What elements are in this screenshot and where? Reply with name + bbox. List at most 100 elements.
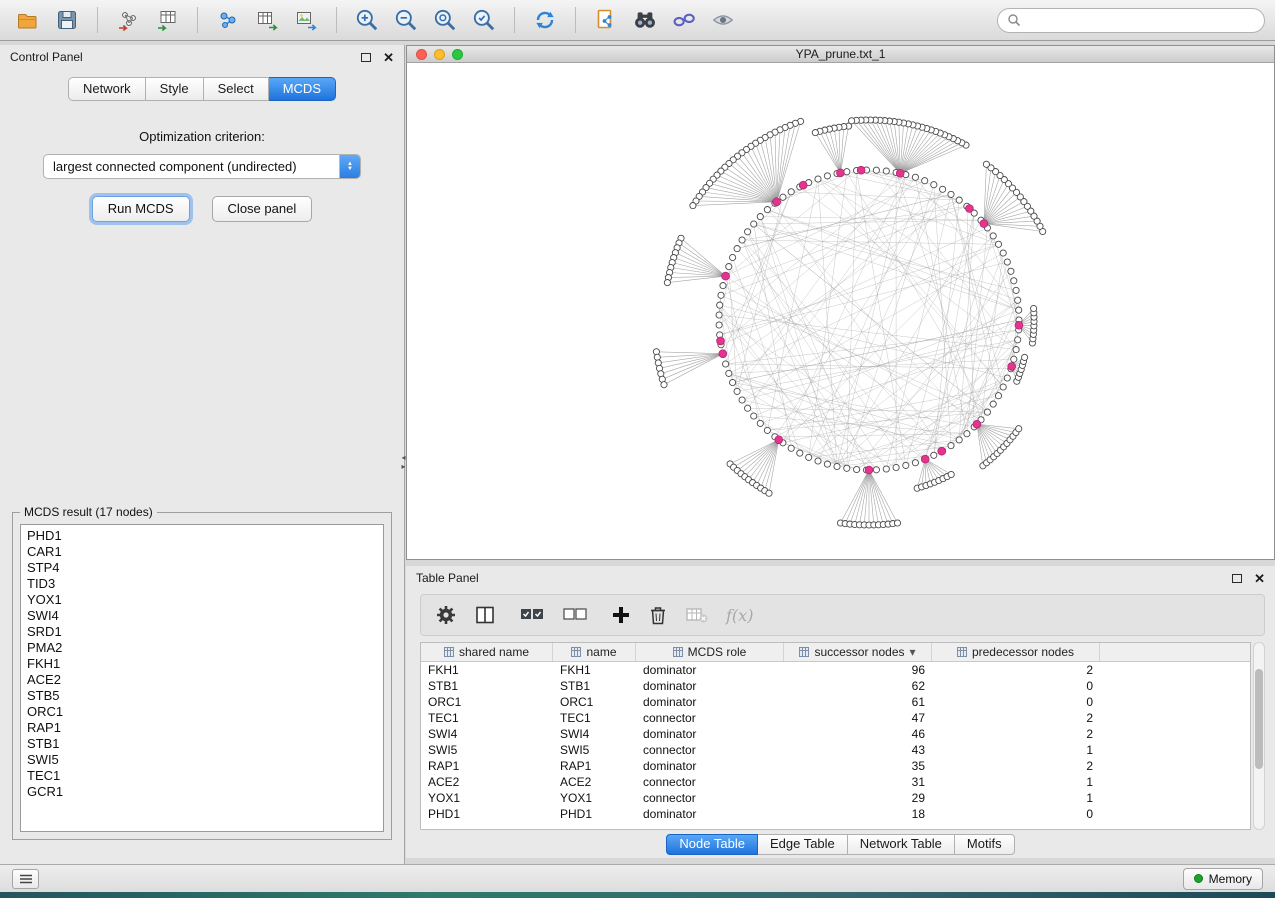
table-cell: 61: [784, 695, 932, 709]
tab-mcds[interactable]: MCDS: [269, 77, 336, 101]
sort-dropdown-icon[interactable]: ▾: [910, 645, 916, 659]
mcds-result-item[interactable]: ACE2: [27, 672, 377, 688]
gear-icon: [435, 604, 457, 626]
import-network-button[interactable]: [110, 4, 146, 36]
save-session-button[interactable]: [49, 4, 85, 36]
tab-node-table[interactable]: Node Table: [666, 834, 758, 855]
network-window-titlebar[interactable]: YPA_prune.txt_1: [407, 46, 1274, 63]
table-row[interactable]: TEC1TEC1connector472: [421, 710, 1250, 726]
table-cell: 29: [784, 791, 932, 805]
import-table-button[interactable]: [149, 4, 185, 36]
toolbar-separator: [336, 7, 337, 33]
mcds-result-item[interactable]: GCR1: [27, 784, 377, 800]
mcds-result-item[interactable]: RAP1: [27, 720, 377, 736]
close-panel-button[interactable]: Close panel: [212, 196, 313, 222]
splitter-collapse-icon[interactable]: ◂: [401, 453, 405, 462]
mcds-result-item[interactable]: TEC1: [27, 768, 377, 784]
float-window-icon[interactable]: [1232, 574, 1242, 583]
tab-motifs[interactable]: Motifs: [955, 834, 1015, 855]
plus-icon: [611, 605, 631, 625]
search-input[interactable]: [1027, 13, 1255, 27]
toolbar-separator: [97, 7, 98, 33]
mcds-result-item[interactable]: YOX1: [27, 592, 377, 608]
mcds-result-item[interactable]: SWI5: [27, 752, 377, 768]
table-row[interactable]: ORC1ORC1dominator610: [421, 694, 1250, 710]
tab-edge-table[interactable]: Edge Table: [758, 834, 848, 855]
table-row[interactable]: RAP1RAP1dominator352: [421, 758, 1250, 774]
mcds-result-item[interactable]: FKH1: [27, 656, 377, 672]
column-header-MCDS-role[interactable]: MCDS role: [636, 643, 784, 661]
table-scrollbar[interactable]: [1253, 642, 1265, 830]
table-cell: YOX1: [553, 791, 636, 805]
table-cell: 1: [932, 775, 1100, 789]
zoom-selected-button[interactable]: [466, 4, 502, 36]
table-row[interactable]: SWI5SWI5connector431: [421, 742, 1250, 758]
window-close-icon[interactable]: [416, 49, 427, 60]
network-canvas[interactable]: [407, 64, 1274, 559]
table-row[interactable]: SWI4SWI4dominator462: [421, 726, 1250, 742]
zoom-out-button[interactable]: [388, 4, 424, 36]
delete-table-button[interactable]: [685, 605, 709, 625]
splitter-expand-icon[interactable]: ▸: [401, 462, 405, 471]
export-image-button[interactable]: [288, 4, 324, 36]
run-mcds-button[interactable]: Run MCDS: [92, 196, 190, 222]
table-cell: 1: [932, 743, 1100, 757]
table-settings-button[interactable]: [435, 604, 457, 626]
binoculars-button[interactable]: [627, 4, 663, 36]
mcds-result-item[interactable]: STB5: [27, 688, 377, 704]
eye-button[interactable]: [705, 4, 741, 36]
show-column-button[interactable]: [474, 604, 496, 626]
search-box: [997, 8, 1265, 33]
float-window-icon[interactable]: [361, 53, 371, 62]
window-zoom-icon[interactable]: [452, 49, 463, 60]
table-row[interactable]: PHD1PHD1dominator180: [421, 806, 1250, 822]
memory-button[interactable]: Memory: [1183, 868, 1263, 890]
column-header-predecessor-nodes[interactable]: predecessor nodes: [932, 643, 1100, 661]
optimization-criterion-dropdown[interactable]: largest connected component (undirected)…: [43, 154, 361, 179]
mcds-result-item[interactable]: SWI4: [27, 608, 377, 624]
tab-style[interactable]: Style: [146, 77, 204, 101]
table-row[interactable]: STB1STB1dominator620: [421, 678, 1250, 694]
column-header-name[interactable]: name: [553, 643, 636, 661]
select-all-button[interactable]: [519, 605, 545, 625]
tab-network-table[interactable]: Network Table: [848, 834, 955, 855]
delete-table-icon: [685, 605, 709, 625]
mcds-result-item[interactable]: STP4: [27, 560, 377, 576]
zoom-in-button[interactable]: [349, 4, 385, 36]
close-panel-icon[interactable]: ✕: [383, 51, 394, 64]
function-builder-button[interactable]: f(x): [726, 606, 753, 625]
mcds-result-item[interactable]: PMA2: [27, 640, 377, 656]
mcds-result-list[interactable]: PHD1CAR1STP4TID3YOX1SWI4SRD1PMA2FKH1ACE2…: [20, 524, 384, 832]
table-row[interactable]: ACE2ACE2connector311: [421, 774, 1250, 790]
window-minimize-icon[interactable]: [434, 49, 445, 60]
column-header-successor-nodes[interactable]: successor nodes▾: [784, 643, 932, 661]
mcds-result-item[interactable]: CAR1: [27, 544, 377, 560]
table-cell: TEC1: [421, 711, 553, 725]
status-menu-button[interactable]: [12, 869, 39, 889]
columns-icon: [474, 604, 496, 626]
mcds-result-item[interactable]: ORC1: [27, 704, 377, 720]
tab-network[interactable]: Network: [68, 77, 146, 101]
table-row[interactable]: YOX1YOX1connector291: [421, 790, 1250, 806]
table-row[interactable]: FKH1FKH1dominator962: [421, 662, 1250, 678]
column-header-shared-name[interactable]: shared name: [421, 643, 553, 661]
mcds-result-item[interactable]: SRD1: [27, 624, 377, 640]
mcds-result-item[interactable]: STB1: [27, 736, 377, 752]
table-scrollbar-thumb[interactable]: [1255, 669, 1263, 769]
close-panel-icon[interactable]: ✕: [1254, 572, 1265, 585]
export-table-button[interactable]: [249, 4, 285, 36]
deselect-all-button[interactable]: [562, 605, 588, 625]
add-column-button[interactable]: [611, 605, 631, 625]
mcds-result-item[interactable]: TID3: [27, 576, 377, 592]
refresh-button[interactable]: [527, 4, 563, 36]
clipboard-share-button[interactable]: [588, 4, 624, 36]
mcds-result-item[interactable]: PHD1: [27, 528, 377, 544]
column-header-label: shared name: [459, 645, 529, 659]
tab-select[interactable]: Select: [204, 77, 269, 101]
delete-column-button[interactable]: [648, 604, 668, 626]
control-panel-header: Control Panel ✕: [0, 45, 404, 69]
glasses-button[interactable]: [666, 4, 702, 36]
zoom-fit-button[interactable]: [427, 4, 463, 36]
export-network-button[interactable]: [210, 4, 246, 36]
open-session-button[interactable]: [10, 4, 46, 36]
